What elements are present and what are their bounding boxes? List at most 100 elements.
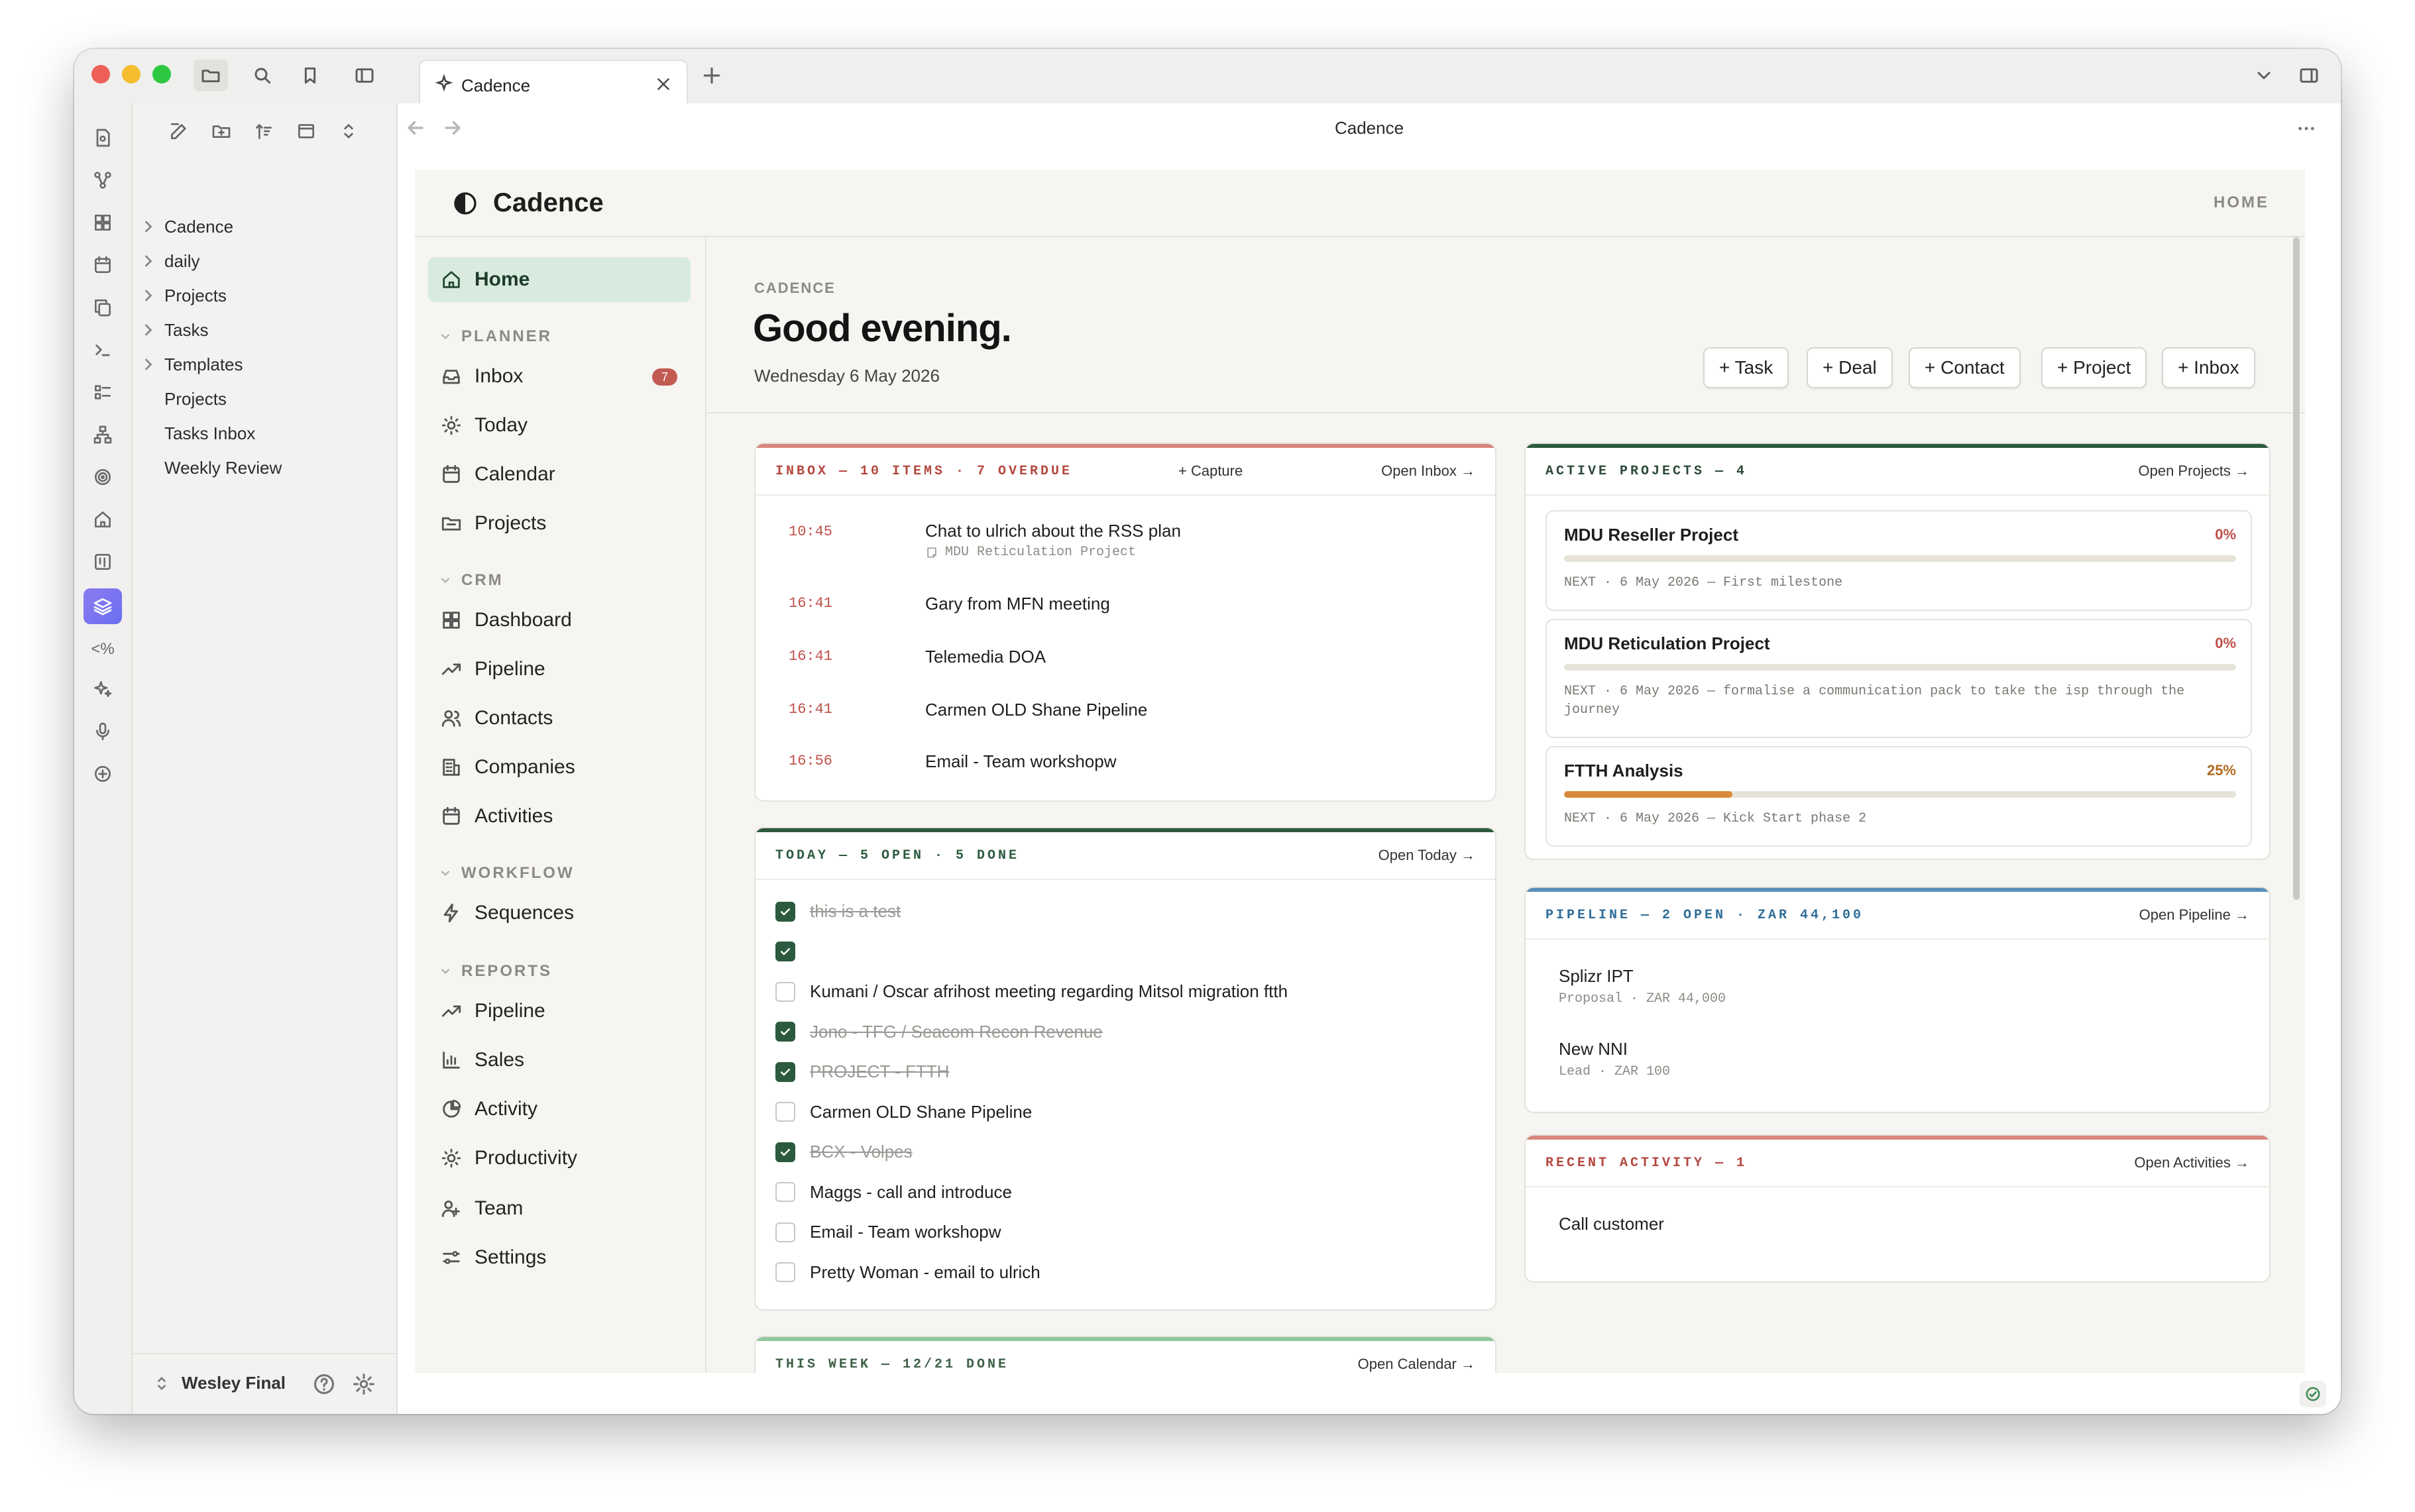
add-contact-button[interactable]: + Contact xyxy=(1909,347,2021,388)
task-checkbox[interactable] xyxy=(775,1222,795,1242)
open-quick-switcher-button[interactable] xyxy=(88,123,117,152)
task-item[interactable]: PROJECT - FTTH xyxy=(775,1061,949,1082)
tree-file-projects[interactable]: Projects xyxy=(164,384,227,413)
help-button[interactable] xyxy=(311,1372,337,1397)
deal-name[interactable]: Splizr IPT xyxy=(1559,966,1634,987)
zoom-window-button[interactable] xyxy=(152,65,171,83)
project-row[interactable]: FTTH Analysis 25% NEXT · 6 May 2026 — Ki… xyxy=(1545,746,2252,847)
add-button[interactable] xyxy=(88,759,117,788)
task-item[interactable] xyxy=(775,941,810,961)
nav-calendar[interactable]: Calendar xyxy=(428,452,691,497)
task-checkbox[interactable] xyxy=(775,941,795,961)
minimize-window-button[interactable] xyxy=(122,65,140,83)
nav-report-pipeline[interactable]: Pipeline xyxy=(428,989,691,1034)
kanban-button[interactable] xyxy=(88,547,117,576)
nav-contacts[interactable]: Contacts xyxy=(428,696,691,741)
daily-note-button[interactable] xyxy=(88,250,117,280)
tree-folder-cadence[interactable]: Cadence xyxy=(139,212,233,241)
new-tab-button[interactable] xyxy=(701,65,722,86)
vault-switcher[interactable]: Wesley Final xyxy=(152,1373,286,1393)
nav-report-sales[interactable]: Sales xyxy=(428,1038,691,1083)
task-item[interactable]: Pretty Woman - email to ulrich xyxy=(775,1262,1040,1283)
nav-pipeline[interactable]: Pipeline xyxy=(428,647,691,692)
task-checkbox[interactable] xyxy=(775,1262,795,1282)
tree-folder-tasks[interactable]: Tasks xyxy=(139,315,208,345)
nav-report-settings[interactable]: Settings xyxy=(428,1235,691,1280)
settings-button[interactable] xyxy=(351,1372,376,1397)
open-today-link[interactable]: Open Today → xyxy=(1378,847,1475,864)
canvas-button[interactable] xyxy=(88,208,117,237)
ai-button[interactable] xyxy=(88,675,117,704)
nav-activities[interactable]: Activities xyxy=(428,794,691,839)
task-checkbox[interactable] xyxy=(775,1022,795,1042)
inbox-item-project[interactable]: MDU Reticulation Project xyxy=(925,545,1136,560)
close-tab-icon[interactable] xyxy=(655,76,672,93)
project-row[interactable]: MDU Reseller Project 0% NEXT · 6 May 202… xyxy=(1545,510,2252,611)
command-palette-button[interactable] xyxy=(88,335,117,364)
search-view-button[interactable] xyxy=(251,64,274,87)
nav-today[interactable]: Today xyxy=(428,403,691,448)
nav-section-planner[interactable]: PLANNER xyxy=(439,327,552,346)
open-projects-link[interactable]: Open Projects → xyxy=(2138,462,2249,480)
record-audio-button[interactable] xyxy=(88,717,117,746)
org-chart-button[interactable] xyxy=(88,420,117,449)
templater-icon[interactable]: <% xyxy=(86,640,119,659)
task-item[interactable]: this is a test xyxy=(775,901,901,922)
inbox-item-text[interactable]: Carmen OLD Shane Pipeline xyxy=(925,700,1147,720)
bookmarks-view-button[interactable] xyxy=(298,64,322,87)
capture-button[interactable]: + Capture xyxy=(1178,462,1243,480)
tree-file-weekly-review[interactable]: Weekly Review xyxy=(164,453,282,482)
sort-button[interactable] xyxy=(252,119,276,143)
task-checkbox[interactable] xyxy=(775,901,795,922)
deal-name[interactable]: New NNI xyxy=(1559,1039,1628,1059)
task-checkbox[interactable] xyxy=(775,981,795,1002)
cadence-button[interactable] xyxy=(84,588,122,624)
homepage-button[interactable] xyxy=(88,505,117,534)
files-view-button[interactable] xyxy=(194,60,228,91)
nav-sequences[interactable]: Sequences xyxy=(428,891,691,936)
open-calendar-link[interactable]: Open Calendar → xyxy=(1358,1356,1475,1373)
nav-report-activity[interactable]: Activity xyxy=(428,1087,691,1132)
add-deal-button[interactable]: + Deal xyxy=(1807,347,1893,388)
tree-folder-daily[interactable]: daily xyxy=(139,246,199,276)
project-row[interactable]: MDU Reticulation Project 0% NEXT · 6 May… xyxy=(1545,619,2252,738)
open-pipeline-link[interactable]: Open Pipeline → xyxy=(2139,906,2249,924)
nav-companies[interactable]: Companies xyxy=(428,745,691,790)
inbox-item-text[interactable]: Telemedia DOA xyxy=(925,647,1046,667)
outline-button[interactable] xyxy=(88,378,117,407)
collapse-all-button[interactable] xyxy=(337,119,361,143)
toggle-right-sidebar-button[interactable] xyxy=(2297,64,2321,87)
task-checkbox[interactable] xyxy=(775,1182,795,1202)
nav-projects[interactable]: Projects xyxy=(428,501,691,546)
tab-cadence[interactable]: Cadence xyxy=(419,60,688,105)
new-note-button[interactable] xyxy=(167,119,191,143)
task-checkbox[interactable] xyxy=(775,1102,795,1122)
nav-dashboard[interactable]: Dashboard xyxy=(428,598,691,643)
templates-button[interactable] xyxy=(88,293,117,322)
nav-report-productivity[interactable]: Productivity xyxy=(428,1136,691,1181)
toggle-left-sidebar-button[interactable] xyxy=(353,64,376,87)
add-project-button[interactable]: + Project xyxy=(2041,347,2147,388)
inbox-item-text[interactable]: Gary from MFN meeting xyxy=(925,594,1110,614)
task-item[interactable]: Carmen OLD Shane Pipeline xyxy=(775,1102,1032,1122)
activity-name[interactable]: Call customer xyxy=(1559,1214,1664,1234)
add-task-button[interactable]: + Task xyxy=(1703,347,1789,388)
task-checkbox[interactable] xyxy=(775,1142,795,1162)
more-options-button[interactable] xyxy=(2294,118,2318,139)
task-item[interactable]: Jono - TFG / Seacom Recon Revenue xyxy=(775,1022,1103,1042)
graph-view-button[interactable] xyxy=(88,166,117,195)
nav-report-team[interactable]: Team xyxy=(428,1186,691,1231)
nav-section-crm[interactable]: CRM xyxy=(439,571,504,590)
tree-folder-projects[interactable]: Projects xyxy=(139,281,227,310)
sync-status-button[interactable] xyxy=(2300,1381,2326,1407)
close-window-button[interactable] xyxy=(91,65,110,83)
inbox-item-text[interactable]: Email - Team workshopw xyxy=(925,751,1117,772)
open-inbox-link[interactable]: Open Inbox → xyxy=(1381,462,1475,480)
tree-file-tasks-inbox[interactable]: Tasks Inbox xyxy=(164,419,255,448)
open-activities-link[interactable]: Open Activities → xyxy=(2134,1154,2249,1171)
nav-home[interactable]: Home xyxy=(428,257,691,302)
nav-section-reports[interactable]: REPORTS xyxy=(439,962,552,981)
nav-section-workflow[interactable]: WORKFLOW xyxy=(439,864,575,883)
new-folder-button[interactable] xyxy=(209,119,233,143)
tree-folder-templates[interactable]: Templates xyxy=(139,350,243,379)
